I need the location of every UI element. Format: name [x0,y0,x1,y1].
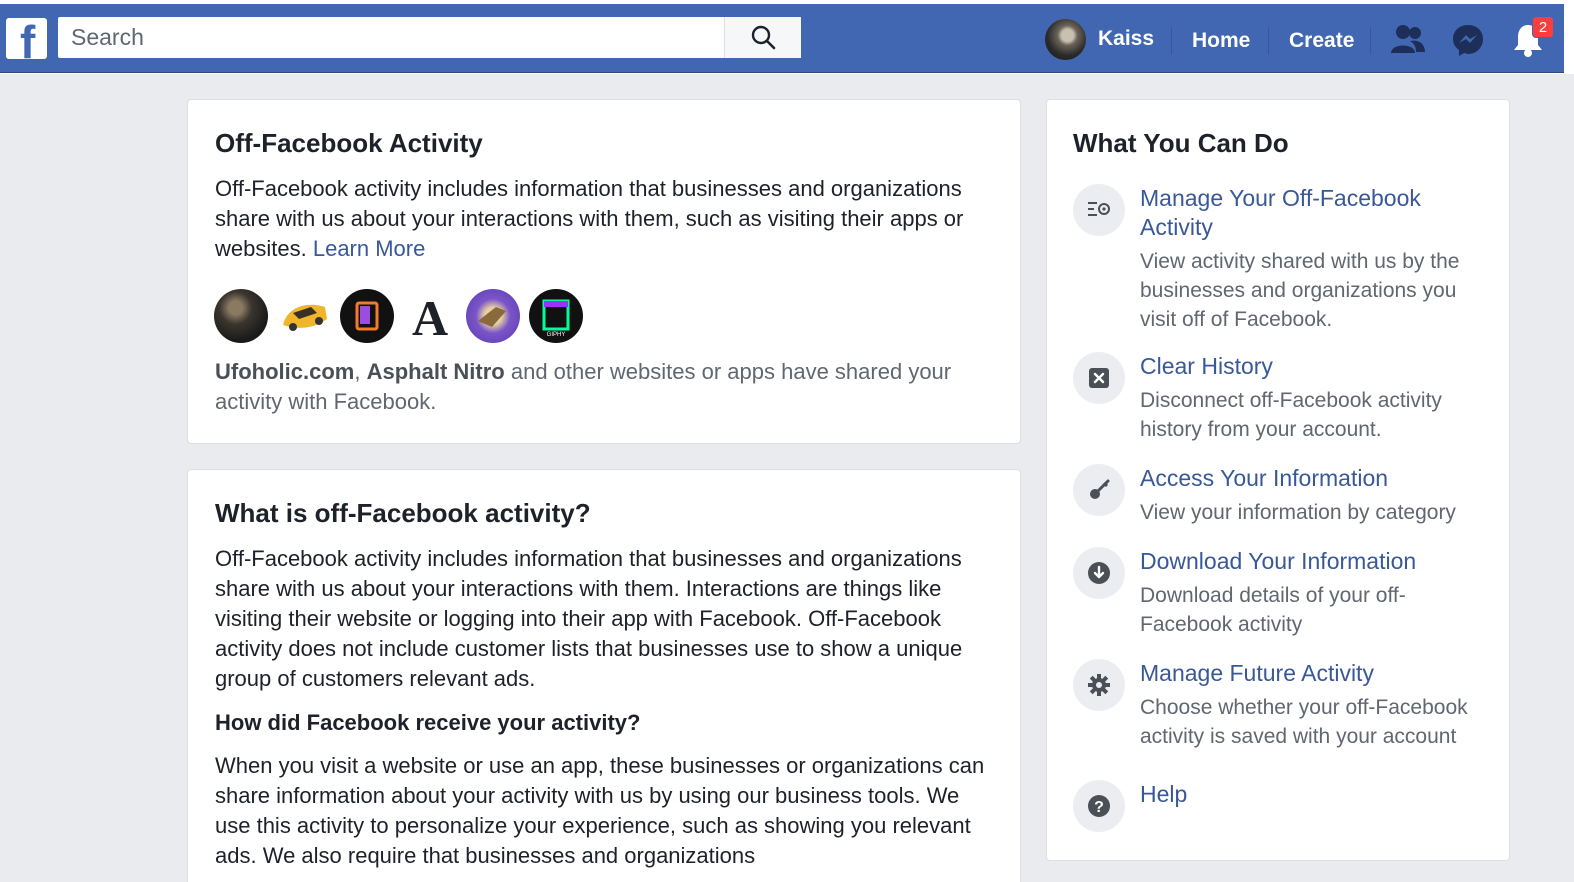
action-title[interactable]: Access Your Information [1140,464,1470,493]
learn-more-link[interactable]: Learn More [313,236,426,261]
action-description: Choose whether your off-Facebook activit… [1140,696,1468,748]
create-link[interactable]: Create [1289,29,1354,53]
action-title[interactable]: Help [1140,780,1470,809]
ufoholic-icon[interactable] [214,289,268,343]
game-app-icon[interactable] [466,289,520,343]
search-input[interactable] [58,17,724,58]
what-you-can-do-card: What You Can Do Manage Your Off-Facebook… [1046,99,1510,861]
info-paragraph: Off-Facebook activity includes informati… [215,546,963,691]
action-manage-future-activity[interactable]: Manage Future Activity Choose whether yo… [1073,659,1483,759]
shared-apps-text: Ufoholic.com, Asphalt Nitro and other we… [215,357,985,417]
app-name-asphalt-nitro[interactable]: Asphalt Nitro [367,359,505,384]
manage-list-icon [1073,184,1125,236]
action-title[interactable]: Manage Future Activity [1140,659,1470,688]
action-description: View activity shared with us by the busi… [1140,250,1460,331]
svg-text:?: ? [1094,799,1104,816]
pages-app-icon[interactable] [340,289,394,343]
profile-link[interactable]: Kaiss [1045,17,1154,61]
sidebar-title: What You Can Do [1073,128,1289,158]
asphalt-nitro-icon[interactable] [277,289,331,343]
action-help[interactable]: ? Help [1073,780,1483,834]
download-icon [1073,547,1125,599]
app-icon-row: A GIPHY [214,289,592,346]
action-title[interactable]: Clear History [1140,352,1470,381]
gear-icon [1073,659,1125,711]
facebook-logo-icon[interactable]: f [6,18,47,59]
notifications-badge: 2 [1532,16,1554,38]
off-facebook-activity-card: Off-Facebook Activity Off-Facebook activ… [187,99,1021,444]
card-title: What is off-Facebook activity? [215,498,591,528]
top-bar-blue: f Kaiss Home Create [0,4,1564,73]
info-subheading: How did Facebook receive your activity? [215,710,641,735]
action-title[interactable]: Download Your Information [1140,547,1470,576]
nav-divider [1268,27,1269,54]
svg-text:A: A [412,290,448,343]
search-icon [751,25,776,50]
font-a-icon[interactable]: A [403,289,457,346]
profile-name: Kaiss [1098,27,1155,50]
activity-description: Off-Facebook activity includes informati… [215,174,975,264]
giphy-icon[interactable]: GIPHY [529,289,583,343]
search-button[interactable] [724,17,801,58]
action-title[interactable]: Manage Your Off-Facebook Activity [1140,184,1470,242]
friend-requests-icon[interactable] [1390,23,1426,55]
facebook-logo-letter: f [20,18,36,59]
messenger-icon[interactable] [1451,23,1485,57]
clear-x-icon [1073,352,1125,404]
action-description: Download details of your off-Facebook ac… [1140,584,1406,636]
key-icon [1073,464,1125,516]
avatar [1045,18,1086,60]
card-title: Off-Facebook Activity [215,128,483,158]
search-box [58,17,801,58]
action-clear-history[interactable]: Clear History Disconnect off-Facebook ac… [1073,352,1483,452]
home-link[interactable]: Home [1192,29,1250,53]
app-separator: , [354,359,361,384]
help-icon: ? [1073,780,1125,832]
action-description: Disconnect off-Facebook activity history… [1140,389,1442,441]
nav-divider [1370,27,1371,54]
svg-text:GIPHY: GIPHY [547,332,566,338]
action-download-information[interactable]: Download Your Information Download detai… [1073,547,1483,647]
top-bar: f Kaiss Home Create 2 [0,0,1574,74]
what-is-off-facebook-card: What is off-Facebook activity? Off-Faceb… [187,469,1021,882]
action-description: View your information by category [1140,501,1456,524]
nav-divider [1171,27,1172,54]
action-access-information[interactable]: Access Your Information View your inform… [1073,464,1483,534]
app-name-ufoholic[interactable]: Ufoholic.com [215,359,354,384]
info-paragraph: When you visit a website or use an app, … [215,753,985,868]
action-manage-off-facebook[interactable]: Manage Your Off-Facebook Activity View a… [1073,184,1483,334]
